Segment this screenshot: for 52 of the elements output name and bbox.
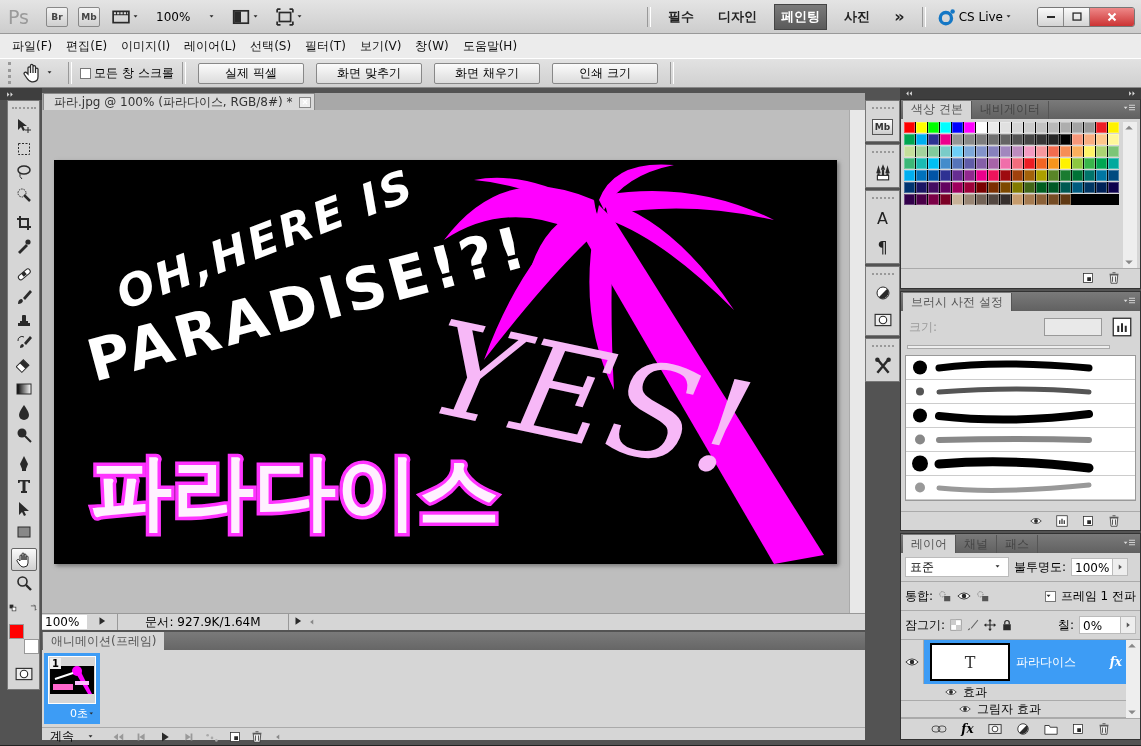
layer-thumbnail: T: [930, 643, 1010, 681]
option-button[interactable]: 화면 채우기: [433, 62, 540, 84]
panel-tab[interactable]: 브러시 사전 설정: [903, 293, 1012, 312]
character-button[interactable]: A: [877, 209, 888, 228]
mini-bridge-button[interactable]: Mb: [871, 119, 894, 135]
blend-mode-dropdown[interactable]: 표준: [905, 557, 1009, 577]
checkbox-label: 모든 창 스크롤: [94, 64, 174, 82]
document-tab[interactable]: 파라.jpg @ 100% (파라다이스, RGB/8#) *: [43, 93, 315, 110]
frame-number: 1: [50, 658, 61, 669]
menu-item[interactable]: 파일(F): [6, 35, 59, 57]
workspace-button[interactable]: 필수: [661, 3, 702, 30]
layer-row[interactable]: T 파라다이스 fx: [901, 640, 1126, 684]
panel-tab[interactable]: 레이어: [903, 535, 956, 553]
cs-live-button[interactable]: CS Live: [935, 5, 1017, 28]
menu-item[interactable]: 편집(E): [60, 35, 114, 57]
bridge-button[interactable]: Br: [46, 6, 68, 27]
opacity-label: 불투명도:: [1014, 558, 1067, 576]
menu-item[interactable]: 창(W): [409, 35, 455, 57]
paragraph-button[interactable]: ¶: [877, 238, 888, 257]
effect-label: 그림자 효과: [977, 700, 1041, 718]
option-button[interactable]: 실제 픽셀: [197, 62, 304, 84]
more-workspaces-button[interactable]: »: [887, 3, 912, 30]
animation-frame[interactable]: 1 0초: [44, 653, 100, 724]
menu-item[interactable]: 레이어(L): [178, 35, 243, 57]
loop-dropdown[interactable]: 계속: [46, 728, 101, 745]
add-style-button[interactable]: fx: [961, 722, 974, 736]
workspace-button[interactable]: 디자인: [711, 3, 765, 30]
panel-tab[interactable]: 애니메이션(프레임): [43, 632, 165, 650]
menu-item[interactable]: 보기(V): [353, 35, 408, 57]
zoom-level-dropdown[interactable]: 100%: [154, 7, 220, 26]
panel-tab[interactable]: 색상 견본: [903, 100, 972, 119]
menu-item[interactable]: 필터(T): [299, 35, 352, 57]
menu-item[interactable]: 도움말(H): [456, 35, 524, 57]
layer-name: 파라다이스: [1016, 653, 1076, 671]
document-title: 파라.jpg @ 100% (파라다이스, RGB/8#) *: [54, 93, 293, 111]
fx-label: fx: [1109, 655, 1122, 669]
menu-item[interactable]: 선택(S): [244, 35, 298, 57]
menu-item[interactable]: 이미지(I): [115, 35, 177, 57]
fill-field[interactable]: 0%: [1079, 616, 1121, 634]
app-logo: Ps: [8, 5, 31, 28]
workspace-button[interactable]: 사진: [837, 3, 878, 30]
zoom-field[interactable]: 100%: [42, 615, 87, 629]
mini-bridge-button[interactable]: Mb: [78, 6, 100, 27]
workspace-button[interactable]: 페인팅: [774, 3, 828, 30]
option-button[interactable]: 화면 맞추기: [315, 62, 422, 84]
unify-label: 통합:: [905, 587, 934, 605]
fill-label: 칠:: [1057, 616, 1074, 634]
opacity-field[interactable]: 100%: [1071, 558, 1114, 576]
option-button[interactable]: 인쇄 크기: [551, 62, 658, 84]
effect-label: 효과: [963, 683, 987, 701]
checkbox-label: 프레임 1 전파: [1060, 587, 1136, 605]
lock-label: 잠그기:: [905, 616, 946, 634]
